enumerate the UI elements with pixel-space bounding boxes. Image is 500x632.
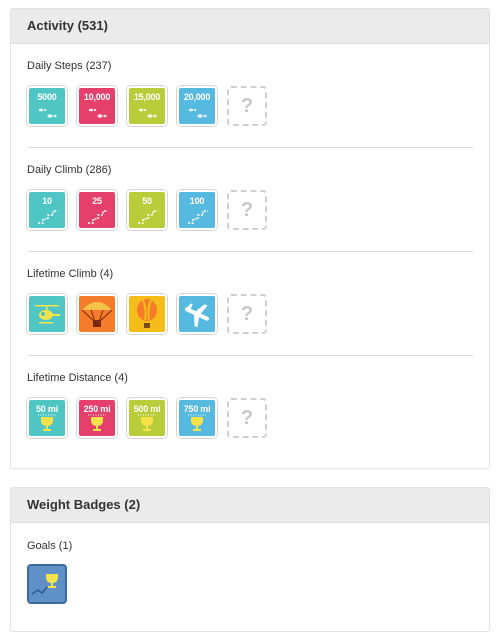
trophy-icon [188,414,206,431]
weight-badges-panel: Weight Badges (2) Goals (1) [10,487,490,632]
badge-climb-25[interactable]: 25 [77,190,117,230]
stairs-icon [38,210,58,224]
skydiver-icon [81,302,113,327]
footprints-icon [188,108,207,118]
locked-badge-icon[interactable]: ? [227,86,267,126]
badge-steps-5000[interactable]: 5000 [27,86,67,126]
badge-skydiver[interactable] [77,294,117,334]
trophy-icon [38,414,56,431]
activity-panel: Activity (531) Daily Steps (237) 5000 10… [10,8,490,469]
badge-distance-750[interactable]: 750 mi [177,398,217,438]
badge-distance-500[interactable]: 500 mi [127,398,167,438]
section-title: Lifetime Climb (4) [27,268,114,280]
locked-badge-icon[interactable]: ? [227,190,267,230]
badge-weight-goal[interactable] [27,564,67,604]
badge-airplane[interactable] [177,294,217,334]
locked-badge-label: ? [240,303,254,325]
airplane-icon [185,303,209,328]
locked-badge-label: ? [240,199,254,221]
locked-badge-label: ? [240,407,254,429]
locked-badge-icon[interactable]: ? [227,398,267,438]
section-title: Daily Climb (286) [27,164,112,176]
hot-air-balloon-icon [137,299,157,328]
badge-steps-10000[interactable]: 10,000 [77,86,117,126]
badge-steps-20000[interactable]: 20,000 [177,86,217,126]
section-title: Lifetime Distance (4) [27,372,128,384]
locked-badge-icon[interactable]: ? [227,294,267,334]
badge-distance-50[interactable]: 50 mi [27,398,67,438]
badge-climb-10[interactable]: 10 [27,190,67,230]
trophy-icon [138,414,156,431]
footprints-icon [88,108,107,118]
badge-steps-15000[interactable]: 15,000 [127,86,167,126]
goals-title: Goals (1) [27,540,73,552]
badge-climb-100[interactable]: 100 [177,190,217,230]
section-title: Daily Steps (237) [27,60,112,72]
activity-header: Activity (531) [11,9,489,44]
locked-badge-label: ? [240,95,254,117]
weight-badges-header: Weight Badges (2) [11,488,489,523]
lifetime-distance-section: Lifetime Distance (4) 50 mi 250 mi 500 m… [11,356,489,456]
daily-climb-section: Daily Climb (286) 10 25 50 100 ? [11,148,489,252]
badge-helicopter[interactable] [27,294,67,334]
helicopter-icon [35,305,60,324]
daily-steps-section: Daily Steps (237) 5000 10,000 15,000 20,… [11,44,489,148]
stairs-icon [188,210,208,224]
badge-distance-250[interactable]: 250 mi [77,398,117,438]
badge-hot-air-balloon[interactable] [127,294,167,334]
lifetime-climb-section: Lifetime Climb (4) ? [11,252,489,356]
stairs-icon [138,210,158,224]
footprints-icon [138,108,157,118]
trophy-icon [88,414,106,431]
footprints-icon [38,108,57,118]
stairs-icon [88,210,108,224]
badge-climb-50[interactable]: 50 [127,190,167,230]
trophy-trend-icon [31,574,58,595]
